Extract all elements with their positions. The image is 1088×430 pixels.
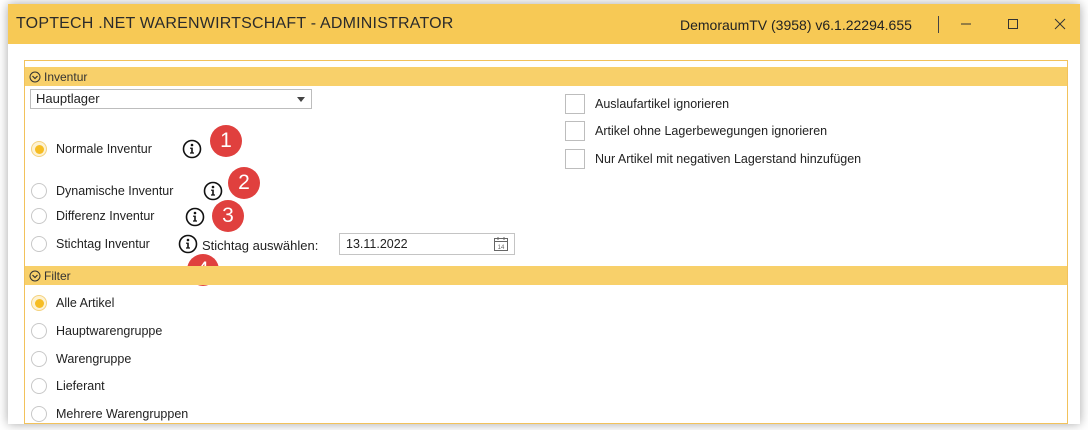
radio-label: Normale Inventur xyxy=(56,142,152,156)
info-icon[interactable] xyxy=(185,207,205,227)
checkbox-ohne-lagerbewegungen[interactable]: Artikel ohne Lagerbewegungen ignorieren xyxy=(565,121,827,141)
radio-label: Lieferant xyxy=(56,379,105,393)
checkbox[interactable] xyxy=(565,121,585,141)
radio-label: Warengruppe xyxy=(56,352,132,366)
checkbox-label: Artikel ohne Lagerbewegungen ignorieren xyxy=(595,124,828,138)
version-info: DemoraumTV (3958) v6.1.22294.655 xyxy=(680,17,912,33)
radio-differenz-inventur[interactable]: Differenz Inventur xyxy=(31,208,154,224)
maximize-button[interactable] xyxy=(989,4,1037,44)
warehouse-select[interactable]: Hauptlager xyxy=(30,89,312,109)
radio-button[interactable] xyxy=(31,208,47,224)
radio-button[interactable] xyxy=(31,351,47,367)
radio-stichtag-inventur[interactable]: Stichtag Inventur xyxy=(31,236,150,252)
info-icon[interactable] xyxy=(182,139,202,159)
radio-button[interactable] xyxy=(31,183,47,199)
annotation-badge-3: 3 xyxy=(212,200,244,232)
collapse-chevron-icon[interactable] xyxy=(29,71,41,83)
minimize-icon xyxy=(961,23,971,25)
calendar-icon[interactable]: 14 xyxy=(493,236,509,252)
minimize-button[interactable] xyxy=(942,4,990,44)
maximize-icon xyxy=(1008,19,1018,29)
radio-button[interactable] xyxy=(31,295,47,311)
title-bar[interactable]: TOPTECH .NET WARENWIRTSCHAFT - ADMINISTR… xyxy=(8,4,1080,44)
collapse-chevron-icon[interactable] xyxy=(29,270,41,282)
stichtag-date-field[interactable]: 13.11.2022 14 xyxy=(339,233,515,255)
annotation-badge-1: 1 xyxy=(210,125,242,157)
radio-normale-inventur[interactable]: Normale Inventur xyxy=(31,141,152,157)
radio-button[interactable] xyxy=(31,141,47,157)
info-icon[interactable] xyxy=(178,234,198,254)
radio-label: Mehrere Warengruppen xyxy=(56,407,189,421)
radio-button[interactable] xyxy=(31,378,47,394)
close-button[interactable] xyxy=(1036,4,1080,44)
radio-button[interactable] xyxy=(31,323,47,339)
radio-mehrere-warengruppen[interactable]: Mehrere Warengruppen xyxy=(31,406,188,422)
radio-label: Differenz Inventur xyxy=(56,209,155,223)
radio-dynamische-inventur[interactable]: Dynamische Inventur xyxy=(31,183,173,199)
inventory-panel: Inventur Hauptlager Normale Inventur 1 D… xyxy=(24,60,1068,424)
radio-label: Hauptwarengruppe xyxy=(56,324,163,338)
inventur-section-header[interactable]: Inventur xyxy=(25,67,1067,86)
radio-label: Dynamische Inventur xyxy=(56,184,174,198)
checkbox[interactable] xyxy=(565,149,585,169)
checkbox-negativer-lagerstand[interactable]: Nur Artikel mit negativen Lagerstand hin… xyxy=(565,149,861,169)
chevron-down-icon xyxy=(297,97,305,102)
window-title: TOPTECH .NET WARENWIRTSCHAFT - ADMINISTR… xyxy=(16,15,454,32)
stichtag-label: Stichtag auswählen: xyxy=(202,238,319,253)
svg-text:14: 14 xyxy=(498,245,505,251)
inventur-section-title: Inventur xyxy=(44,69,88,84)
radio-lieferant[interactable]: Lieferant xyxy=(31,378,105,394)
checkbox-label: Nur Artikel mit negativen Lagerstand hin… xyxy=(595,152,862,166)
info-icon[interactable] xyxy=(203,181,223,201)
filter-section-header[interactable]: Filter xyxy=(25,266,1067,285)
radio-button[interactable] xyxy=(31,406,47,422)
app-window: TOPTECH .NET WARENWIRTSCHAFT - ADMINISTR… xyxy=(8,4,1080,424)
checkbox[interactable] xyxy=(565,94,585,114)
radio-alle-artikel[interactable]: Alle Artikel xyxy=(31,295,114,311)
radio-button[interactable] xyxy=(31,236,47,252)
radio-label: Alle Artikel xyxy=(56,296,115,310)
filter-section-title: Filter xyxy=(44,268,71,283)
annotation-badge-2: 2 xyxy=(228,167,260,199)
radio-hauptwarengruppe[interactable]: Hauptwarengruppe xyxy=(31,323,162,339)
warehouse-select-value: Hauptlager xyxy=(36,91,100,106)
checkbox-label: Auslaufartikel ignorieren xyxy=(595,97,730,111)
title-separator xyxy=(938,16,939,33)
stichtag-date-value: 13.11.2022 xyxy=(346,237,408,251)
radio-label: Stichtag Inventur xyxy=(56,237,150,251)
radio-warengruppe[interactable]: Warengruppe xyxy=(31,351,131,367)
close-icon xyxy=(1054,18,1066,30)
checkbox-auslaufartikel[interactable]: Auslaufartikel ignorieren xyxy=(565,94,729,114)
